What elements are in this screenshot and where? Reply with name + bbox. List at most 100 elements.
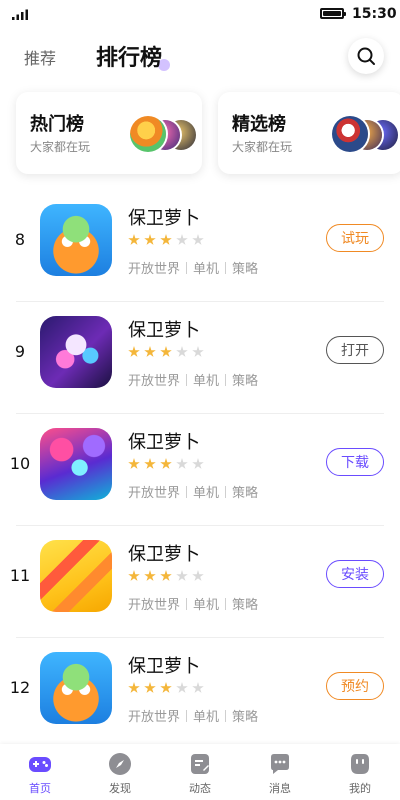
- game-tags: 开放世界 单机 策略: [128, 370, 258, 389]
- list-item[interactable]: 11 保卫萝卜 开放世界 单机 策略 安装: [0, 526, 400, 638]
- game-tags: 开放世界 单机 策略: [128, 594, 258, 613]
- game-thumbnails: [112, 116, 202, 152]
- star-filled-icon: [160, 346, 172, 357]
- star-empty-icon: [176, 234, 188, 245]
- search-icon: [357, 47, 375, 65]
- top-nav: 推荐 排行榜: [0, 30, 400, 82]
- rank-number: 12: [9, 678, 31, 697]
- tag: 开放世界: [128, 374, 181, 389]
- star-filled-icon: [144, 682, 156, 693]
- tab-messages[interactable]: 消息: [240, 744, 320, 800]
- note-icon: [191, 754, 209, 774]
- category-cards: 热门榜 大家都在玩 精选榜 大家都在玩: [0, 92, 400, 174]
- tag: 单机: [193, 374, 220, 389]
- tag: 单机: [193, 486, 220, 501]
- star-empty-icon: [176, 682, 188, 693]
- tag-separator: [225, 373, 227, 386]
- rating-stars: [128, 682, 204, 694]
- tag-separator: [186, 597, 188, 610]
- tab-ranking[interactable]: 排行榜: [96, 40, 162, 72]
- star-empty-icon: [176, 570, 188, 581]
- app-icon: [40, 540, 112, 612]
- game-tags: 开放世界 单机 策略: [128, 482, 258, 501]
- profile-icon: [351, 754, 369, 774]
- list-item[interactable]: 12 保卫萝卜 开放世界 单机 策略 预约: [0, 638, 400, 750]
- rating-stars: [128, 346, 204, 358]
- rating-stars: [128, 458, 204, 470]
- tag: 策略: [232, 374, 259, 389]
- tag-separator: [225, 597, 227, 610]
- list-item[interactable]: 9 保卫萝卜 开放世界 单机 策略 打开: [0, 302, 400, 414]
- status-bar: 15:30: [0, 0, 400, 28]
- star-filled-icon: [160, 682, 172, 693]
- star-empty-icon: [192, 458, 204, 469]
- app-name: 保卫萝卜: [128, 208, 200, 229]
- star-empty-icon: [192, 570, 204, 581]
- tab-home[interactable]: 首页: [0, 744, 80, 800]
- card-title: 热门榜: [30, 114, 84, 135]
- rank-number: 9: [14, 342, 26, 361]
- status-time: 15:30: [352, 6, 397, 22]
- tab-label: 消息: [269, 782, 291, 795]
- game-thumbnail: [130, 116, 166, 152]
- tab-feed[interactable]: 动态: [160, 744, 240, 800]
- trial-button[interactable]: 试玩: [326, 224, 384, 252]
- star-filled-icon: [160, 570, 172, 581]
- tag-separator: [225, 485, 227, 498]
- signal-icon: [12, 9, 28, 20]
- rank-number: 8: [14, 230, 26, 249]
- rank-number: 10: [9, 454, 31, 473]
- compass-icon: [109, 753, 131, 775]
- tab-profile[interactable]: 我的: [320, 744, 400, 800]
- tag: 单机: [193, 262, 220, 277]
- star-filled-icon: [160, 458, 172, 469]
- star-filled-icon: [128, 458, 140, 469]
- tag: 策略: [232, 710, 259, 725]
- app-name: 保卫萝卜: [128, 432, 200, 453]
- tag-separator: [186, 709, 188, 722]
- reserve-button[interactable]: 预约: [326, 672, 384, 700]
- tag-separator: [225, 709, 227, 722]
- tag: 单机: [193, 710, 220, 725]
- card-hot-ranking[interactable]: 热门榜 大家都在玩: [16, 92, 202, 174]
- star-filled-icon: [144, 346, 156, 357]
- tag: 策略: [232, 262, 259, 277]
- star-filled-icon: [128, 346, 140, 357]
- tab-discover[interactable]: 发现: [80, 744, 160, 800]
- bottom-tab-bar: 首页 发现 动态 消息 我的: [0, 744, 400, 800]
- tag: 单机: [193, 598, 220, 613]
- tab-recommend[interactable]: 推荐: [24, 45, 56, 69]
- star-empty-icon: [192, 346, 204, 357]
- tag-separator: [186, 373, 188, 386]
- tag-separator: [225, 261, 227, 274]
- open-button[interactable]: 打开: [326, 336, 384, 364]
- star-filled-icon: [128, 682, 140, 693]
- card-title: 精选榜: [232, 114, 286, 135]
- tag: 开放世界: [128, 710, 181, 725]
- star-filled-icon: [144, 234, 156, 245]
- star-filled-icon: [160, 234, 172, 245]
- star-filled-icon: [144, 458, 156, 469]
- download-button[interactable]: 下载: [326, 448, 384, 476]
- install-button[interactable]: 安装: [326, 560, 384, 588]
- star-empty-icon: [192, 682, 204, 693]
- tab-label: 发现: [109, 782, 131, 795]
- star-empty-icon: [192, 234, 204, 245]
- tab-label: 首页: [29, 782, 51, 795]
- tag: 开放世界: [128, 262, 181, 277]
- star-filled-icon: [144, 570, 156, 581]
- tag: 策略: [232, 486, 259, 501]
- app-icon: [40, 652, 112, 724]
- rating-stars: [128, 234, 204, 246]
- list-item[interactable]: 10 保卫萝卜 开放世界 单机 策略 下载: [0, 414, 400, 526]
- rating-stars: [128, 570, 204, 582]
- tab-label: 动态: [189, 782, 211, 795]
- search-button[interactable]: [348, 38, 384, 74]
- star-empty-icon: [176, 346, 188, 357]
- app-name: 保卫萝卜: [128, 320, 200, 341]
- app-icon: [40, 204, 112, 276]
- card-subtitle: 大家都在玩: [30, 140, 91, 154]
- tag: 策略: [232, 598, 259, 613]
- card-pick-ranking[interactable]: 精选榜 大家都在玩: [218, 92, 400, 174]
- list-item[interactable]: 8 保卫萝卜 开放世界 单机 策略 试玩: [0, 190, 400, 302]
